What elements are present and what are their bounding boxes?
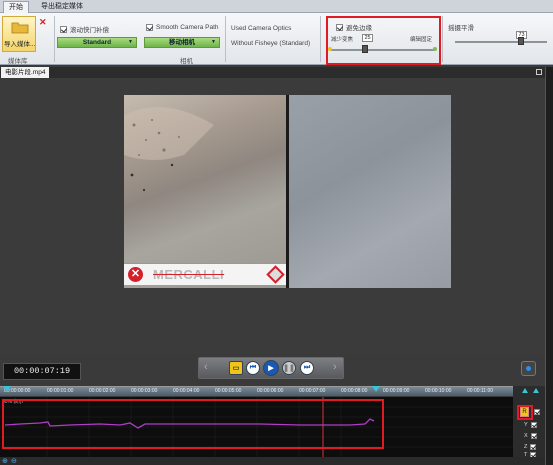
- pause-button[interactable]: ❚❚: [282, 361, 296, 375]
- folder-icon: [11, 22, 29, 34]
- axis-z-checkbox[interactable]: [530, 444, 537, 450]
- timeline-tick: 00:00:10:00: [425, 388, 452, 394]
- axis-x-label: X: [524, 433, 528, 439]
- axis-y-label: Y: [524, 422, 528, 428]
- roll-slider-thumb[interactable]: [518, 37, 524, 45]
- axis-x-toggle[interactable]: X: [524, 433, 537, 439]
- zoom-out-icon[interactable]: ⊖: [11, 457, 17, 465]
- play-button[interactable]: ▶: [263, 360, 279, 376]
- right-panel-strip: [545, 67, 553, 465]
- chevron-left-icon[interactable]: ‹: [204, 361, 208, 373]
- axis-x-checkbox[interactable]: [530, 433, 537, 439]
- axis-y-checkbox[interactable]: [530, 422, 537, 428]
- watermark-text: MERCALLI: [153, 267, 225, 282]
- stabilized-frame: [289, 95, 451, 288]
- original-frame: [124, 95, 286, 288]
- moving-camera-dropdown[interactable]: 移动相机 ▼: [144, 37, 220, 48]
- end-marker[interactable]: [372, 386, 380, 392]
- loop-button[interactable]: ▭: [229, 361, 243, 375]
- logo-icon: [266, 265, 285, 284]
- media-group-label: 媒体库: [8, 58, 28, 65]
- timeline-tick: 00:00:11:00: [467, 388, 494, 394]
- timeline-tick: 00:00:01:00: [47, 388, 74, 394]
- zoom-in-icon[interactable]: ⊕: [2, 457, 8, 465]
- standard-dropdown-value: Standard: [82, 39, 112, 46]
- highlight-box: [326, 16, 441, 65]
- smooth-camera-path-checkbox[interactable]: [146, 24, 153, 31]
- separator: [225, 16, 226, 62]
- tab-video-file[interactable]: 电影片段.mp4: [1, 67, 50, 78]
- highlight-box: [2, 399, 384, 449]
- ribbon: 导入媒体... ✕ 媒体库 滚动快门补偿 Standard ▼ Smooth C…: [0, 13, 553, 65]
- timeline-tick: 00:00:05:00: [215, 388, 242, 394]
- camera-group-label: 相机: [180, 58, 193, 65]
- checkbox-column: [534, 409, 540, 415]
- axis-z-toggle[interactable]: Z: [524, 444, 537, 450]
- chevron-down-icon: ▼: [211, 39, 216, 45]
- moving-camera-dropdown-value: 移动相机: [169, 39, 195, 46]
- maximize-icon[interactable]: [536, 69, 542, 75]
- timeline-tick: 00:00:07:00: [299, 388, 326, 394]
- standard-dropdown[interactable]: Standard ▼: [57, 37, 137, 48]
- document-tab-bar: 电影片段.mp4: [0, 67, 545, 78]
- timeline-tick: 00:00:09:00: [383, 388, 410, 394]
- rolling-shutter-option[interactable]: 滚动快门补偿: [60, 24, 109, 34]
- ribbon-tabs: 开始 导出稳定媒体: [0, 0, 553, 13]
- playhead-marker[interactable]: [3, 386, 11, 392]
- roll-slider-track[interactable]: [455, 41, 547, 43]
- smooth-camera-path-option[interactable]: Smooth Camera Path: [146, 24, 219, 31]
- zoom-out-icon[interactable]: [533, 388, 539, 393]
- previous-button[interactable]: ⏮: [246, 361, 260, 375]
- remove-media-icon[interactable]: ✕: [39, 17, 47, 28]
- import-media-label: 导入媒体...: [4, 41, 36, 48]
- record-button[interactable]: [521, 361, 536, 376]
- import-media-button[interactable]: 导入媒体...: [2, 16, 36, 52]
- timeline-tick: 00:00:03:00: [131, 388, 158, 394]
- axis-z-label: Z: [524, 444, 528, 450]
- tab-home[interactable]: 开始: [3, 1, 29, 13]
- timeline-ruler[interactable]: 00:00:00:00 00:00:01:00 00:00:02:00 00:0…: [0, 386, 545, 396]
- roll-smoothing-label: 摇摄平滑: [448, 25, 474, 32]
- timeline-tick: 00:00:08:00: [341, 388, 368, 394]
- bottom-bar: ⊕ ⊖: [0, 457, 545, 465]
- watermark-banner: ✕ MERCALLI: [124, 263, 286, 285]
- smooth-camera-path-label: Smooth Camera Path: [156, 24, 219, 31]
- rolling-shutter-checkbox[interactable]: [60, 25, 67, 33]
- zoom-in-icon[interactable]: [522, 388, 528, 393]
- chevron-down-icon: ▼: [128, 39, 133, 45]
- separator: [442, 16, 443, 62]
- transport-controls: ‹ ▭ ⏮ ▶ ❚❚ ⏭ ›: [198, 357, 344, 379]
- highlight-box: [517, 405, 533, 420]
- next-button[interactable]: ⏭: [300, 361, 314, 375]
- timecode-display: 00:00:07:19: [3, 363, 81, 380]
- timeline-tick: 00:00:02:00: [89, 388, 116, 394]
- close-icon: ✕: [128, 267, 143, 282]
- separator: [320, 16, 321, 62]
- axis-y-toggle[interactable]: Y: [524, 422, 537, 428]
- rolling-shutter-label: 滚动快门补偿: [70, 27, 109, 34]
- separator: [54, 16, 55, 62]
- chevron-right-icon[interactable]: ›: [333, 361, 337, 373]
- debris-pattern: [124, 107, 214, 192]
- tab-export[interactable]: 导出稳定媒体: [36, 1, 88, 13]
- camera-optics-dropdown[interactable]: Without Fisheye (Standard): [231, 40, 310, 47]
- axis-r-checkbox[interactable]: [534, 409, 540, 415]
- timeline-tick: 00:00:04:00: [173, 388, 200, 394]
- used-camera-optics-label: Used Camera Optics: [231, 25, 292, 32]
- timeline-tick: 00:00:06:00: [257, 388, 284, 394]
